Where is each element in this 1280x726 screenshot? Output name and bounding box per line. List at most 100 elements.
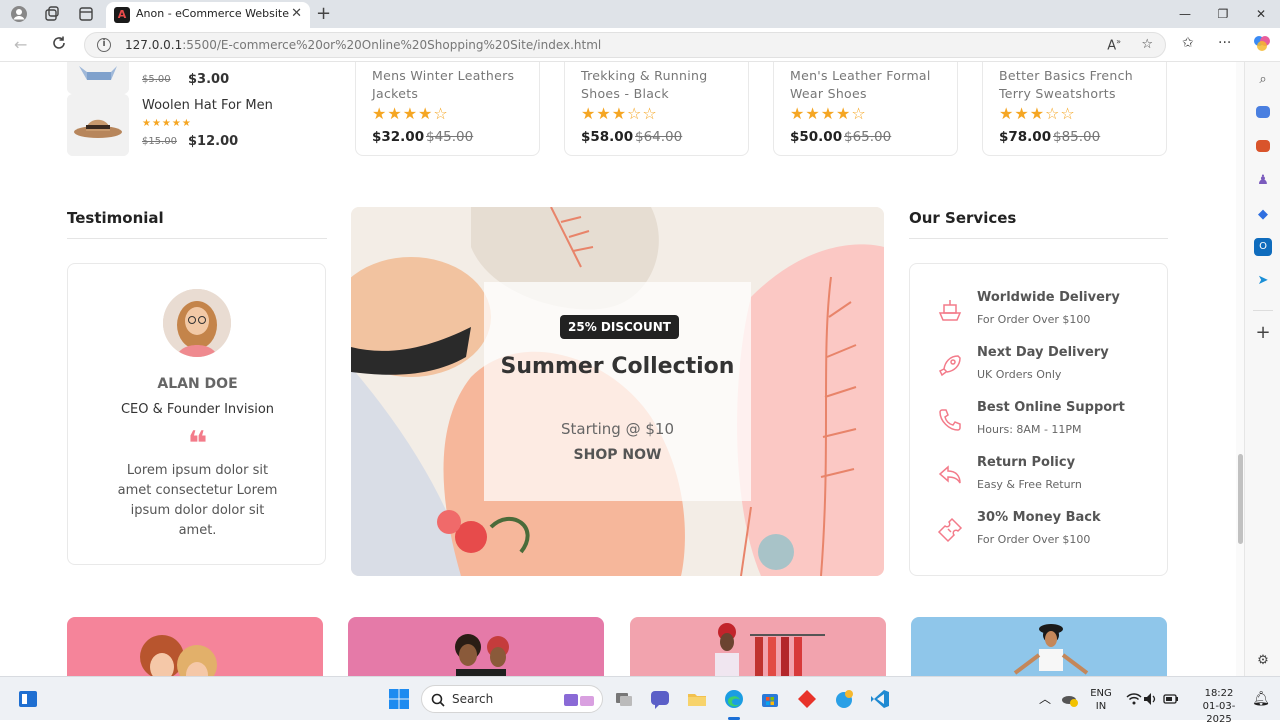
product-card[interactable]: Men's Leather Formal Wear Shoes ★★★★☆ $5… (773, 62, 958, 156)
windows-start-icon[interactable] (388, 688, 410, 710)
product-old-price: $45.00 (426, 129, 474, 145)
file-explorer-icon[interactable] (686, 688, 708, 710)
page-scrollbar[interactable] (1236, 62, 1244, 676)
product-card[interactable]: Trekking & Running Shoes - Black ★★★☆☆ $… (564, 62, 749, 156)
send-icon[interactable]: ➤ (1254, 272, 1272, 290)
shop-now-link[interactable]: SHOP NOW (484, 447, 751, 463)
weather-app-icon[interactable] (833, 688, 855, 710)
mini-product-2[interactable]: Woolen Hat For Men ★★★★★ $15.00 $12.00 (67, 94, 327, 156)
red-app-icon[interactable] (796, 688, 818, 710)
product-card[interactable]: Mens Winter Leathers Jackets ★★★★☆ $32.0… (355, 62, 540, 156)
service-subtitle: Easy & Free Return (977, 478, 1082, 491)
language-code: ENG (1090, 688, 1112, 699)
microsoft-365-icon[interactable]: ◆ (1254, 206, 1272, 224)
settings-gear-icon[interactable]: ⚙ (1254, 652, 1272, 670)
microsoft-store-icon[interactable] (759, 688, 781, 710)
vertical-tabs-icon[interactable] (77, 5, 95, 23)
return-arrow-icon (938, 465, 961, 484)
games-icon[interactable]: ♟ (1254, 172, 1272, 190)
copilot-icon[interactable] (1252, 33, 1272, 57)
summer-collection-banner[interactable]: 25% DISCOUNT Summer Collection Starting … (351, 207, 884, 576)
ticket-icon (937, 517, 963, 543)
tab-title: Anon - eCommerce Website (136, 7, 289, 20)
banner-text-box: 25% DISCOUNT Summer Collection Starting … (484, 282, 751, 501)
quote-icon: ❝ (187, 424, 208, 464)
product-name[interactable]: Men's Leather Formal Wear Shoes (790, 67, 955, 103)
banner-subtitle: Starting @ $10 (560, 420, 674, 438)
task-view-widget-icon[interactable] (17, 688, 39, 710)
language-indicator[interactable]: ENG IN (1088, 687, 1114, 713)
battery-icon[interactable] (1162, 688, 1184, 710)
region-code: IN (1095, 701, 1107, 712)
product-price: $58.00 (581, 129, 634, 145)
phone-icon (939, 409, 961, 431)
onedrive-warning-icon[interactable] (1059, 688, 1081, 710)
search-icon[interactable]: ⌕ (1254, 71, 1272, 89)
task-view-icon[interactable] (613, 688, 635, 710)
scrollbar-thumb[interactable] (1238, 454, 1243, 544)
add-sidebar-icon[interactable]: + (1254, 324, 1272, 342)
more-menu-icon[interactable]: ··· (1218, 35, 1231, 51)
clock[interactable]: 18:22 01-03-2025 (1190, 687, 1248, 726)
active-tab[interactable]: A Anon - eCommerce Website ✕ (106, 2, 310, 28)
category-card[interactable] (911, 617, 1167, 676)
search-highlight-icon (564, 694, 594, 706)
mini-product-price: $12.00 (188, 134, 239, 149)
mini-product-old-price: $15.00 (142, 136, 177, 147)
address-bar[interactable]: i 127.0.0.1:5500/E-commerce%20or%20Onlin… (84, 32, 1166, 58)
favorite-star-icon[interactable]: ☆ (1141, 37, 1153, 52)
show-hidden-icons-chevron-icon[interactable]: ︿ (1034, 688, 1056, 710)
vscode-icon[interactable] (869, 688, 891, 710)
site-info-icon[interactable]: i (97, 38, 111, 52)
services-divider (909, 238, 1168, 239)
sidebar-divider (1253, 310, 1273, 311)
profile-icon[interactable] (10, 5, 28, 23)
edge-sidebar: ⌕ ♟ ◆ O ➤ + ⚙ (1244, 62, 1280, 676)
favorites-icon[interactable]: ✩ (1182, 35, 1194, 51)
product-old-price: $65.00 (844, 129, 892, 145)
browser-tab-strip: A Anon - eCommerce Website ✕ + — ❐ ✕ (0, 0, 1280, 28)
read-aloud-icon[interactable]: A» (1107, 37, 1121, 53)
mini-product-1[interactable]: $5.00 $3.00 (67, 62, 327, 94)
mini-product-price: $3.00 (188, 72, 230, 87)
category-card[interactable] (630, 617, 886, 676)
clock-date: 01-03-2025 (1202, 701, 1236, 725)
outlook-icon[interactable]: O (1254, 238, 1272, 256)
product-price: $78.00 (999, 129, 1052, 145)
workspaces-icon[interactable] (43, 5, 61, 23)
back-icon[interactable]: ← (14, 35, 27, 54)
page-viewport: $5.00 $3.00 Woolen Hat For Men ★★★★★ $15… (0, 62, 1244, 676)
edge-browser-icon[interactable] (723, 688, 745, 710)
testimonial-card: ALAN DOE CEO & Founder Invision ❝ Lorem … (67, 263, 326, 565)
service-item: Return Policy Easy & Free Return (936, 455, 1156, 499)
service-title: Best Online Support (977, 400, 1125, 415)
window-controls: — ❐ ✕ (1166, 0, 1280, 28)
product-name[interactable]: Mens Winter Leathers Jackets (372, 67, 537, 103)
notification-bell-icon[interactable]: 🔔︎ (1250, 688, 1272, 710)
service-subtitle: For Order Over $100 (977, 313, 1091, 326)
close-window-icon[interactable]: ✕ (1242, 0, 1280, 28)
tools-briefcase-icon[interactable] (1256, 140, 1270, 152)
product-rating: ★★★★☆ (372, 104, 449, 123)
new-tab-icon[interactable]: + (316, 3, 331, 24)
product-name[interactable]: Better Basics French Terry Sweatshorts (999, 67, 1164, 103)
woolen-hat-thumbnail (67, 94, 129, 156)
shopping-tag-icon[interactable] (1256, 106, 1270, 118)
category-card[interactable] (348, 617, 604, 676)
restore-icon[interactable]: ❐ (1204, 0, 1242, 28)
url-path: :5500/E-commerce%20or%20Online%20Shoppin… (182, 38, 602, 52)
taskbar-search[interactable]: Search (421, 685, 603, 713)
product-name[interactable]: Trekking & Running Shoes - Black (581, 67, 746, 103)
close-tab-icon[interactable]: ✕ (291, 6, 302, 21)
windows-taskbar: Search ︿ ENG IN 18:22 01-03-2025 🔔︎ (0, 676, 1280, 725)
refresh-icon[interactable] (51, 35, 67, 55)
minimize-icon[interactable]: — (1166, 0, 1204, 28)
browser-toolbar: ← i 127.0.0.1:5500/E-commerce%20or%20Onl… (0, 28, 1280, 62)
mini-product-name: Woolen Hat For Men (142, 98, 273, 113)
volume-icon[interactable] (1142, 688, 1164, 710)
testimonial-divider (67, 238, 327, 239)
discount-badge: 25% DISCOUNT (560, 315, 679, 339)
product-card[interactable]: Better Basics French Terry Sweatshorts ★… (982, 62, 1167, 156)
teams-chat-icon[interactable] (649, 688, 671, 710)
category-card[interactable] (67, 617, 323, 676)
